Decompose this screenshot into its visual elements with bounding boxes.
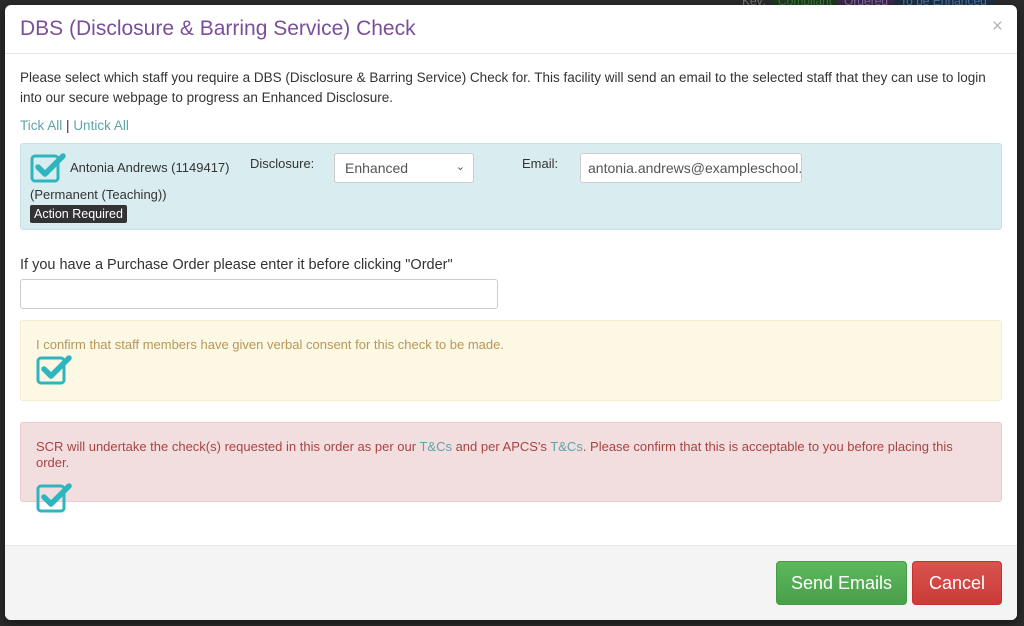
staff-name: Antonia Andrews (1149417) [70,160,230,175]
terms-checkbox[interactable] [36,482,72,514]
email-field[interactable]: antonia.andrews@exampleschool.c [580,153,802,183]
modal-footer: Send Emails Cancel [5,545,1017,620]
untick-all-link[interactable]: Untick All [73,118,129,133]
dbs-check-modal: DBS (Disclosure & Barring Service) Check… [5,5,1017,620]
staff-row: Antonia Andrews (1149417) (Permanent (Te… [20,143,1002,230]
terms-alert: SCR will undertake the check(s) requeste… [20,422,1002,513]
scr-terms-link[interactable]: T&Cs [419,439,452,454]
terms-text-part: SCR will undertake the check(s) requeste… [36,439,420,454]
apcs-terms-link[interactable]: T&Cs [550,439,583,454]
status-badge: Action Required [30,205,127,223]
link-separator: | [66,118,70,133]
modal-header: DBS (Disclosure & Barring Service) Check… [5,5,1017,54]
terms-text: SCR will undertake the check(s) requeste… [36,439,986,471]
consent-text: I confirm that staff members have given … [36,337,504,352]
tick-links: Tick All | Untick All [20,118,1002,133]
purchase-order-input[interactable] [20,279,498,309]
modal-body: Please select which staff you require a … [5,54,1017,545]
send-emails-button[interactable]: Send Emails [776,561,907,605]
tick-all-link[interactable]: Tick All [20,118,62,133]
close-icon[interactable]: × [992,17,1003,37]
email-label: Email: [522,156,559,171]
disclosure-select[interactable]: Enhanced ⌄ [334,153,474,183]
checked-checkbox-icon [30,153,66,183]
staff-checkbox[interactable] [30,152,66,189]
purchase-order-label: If you have a Purchase Order please ente… [20,257,453,273]
disclosure-selected-value: Enhanced [345,160,409,176]
disclosure-label: Disclosure: [250,156,315,171]
modal-title: DBS (Disclosure & Barring Service) Check [20,17,416,40]
chevron-down-icon: ⌄ [455,161,465,173]
terms-text-part: and per APCS's [451,439,551,454]
cancel-button[interactable]: Cancel [912,561,1002,605]
intro-text: Please select which staff you require a … [20,70,986,105]
consent-checkbox[interactable] [36,354,72,386]
staff-role: (Permanent (Teaching)) [30,187,167,202]
consent-alert: I confirm that staff members have given … [20,320,1002,401]
